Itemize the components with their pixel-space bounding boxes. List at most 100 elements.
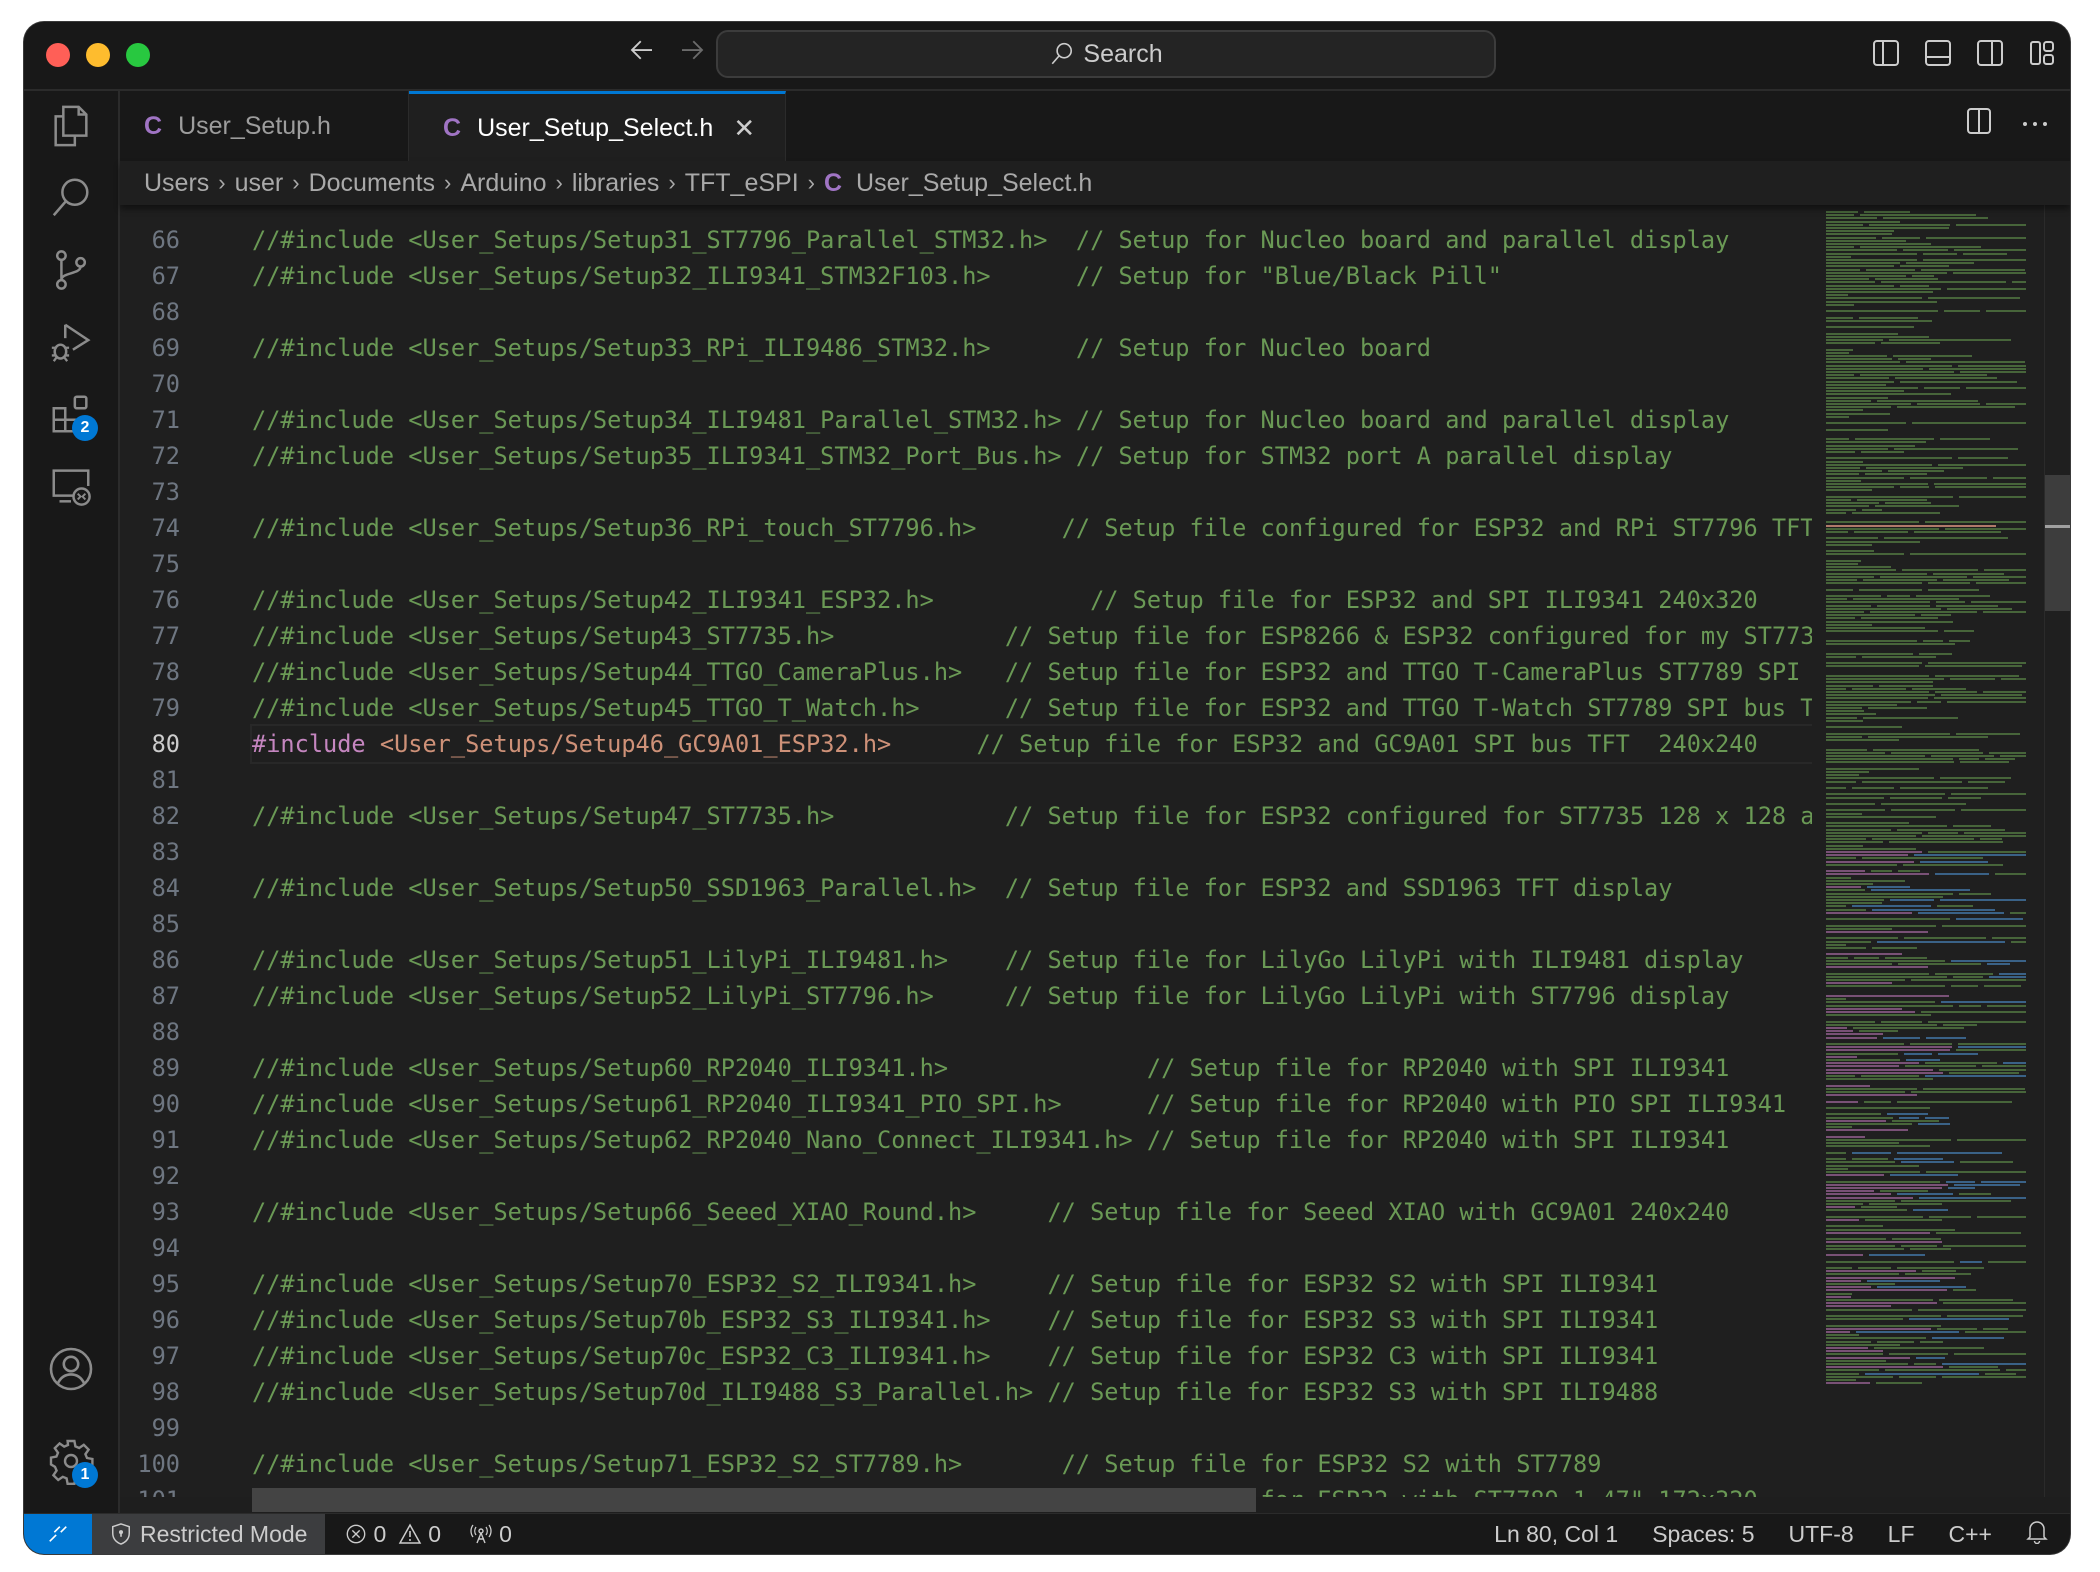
shield-icon: [112, 1523, 130, 1545]
activity-remote-explorer[interactable]: [42, 457, 100, 515]
code-line[interactable]: 99: [120, 1410, 1812, 1446]
line-number: 98: [151, 1378, 180, 1406]
minimap-line: [1826, 841, 1883, 844]
end-of-line[interactable]: LF: [1888, 1521, 1915, 1548]
horizontal-scrollbar-thumb[interactable]: [252, 1488, 1256, 1512]
customize-layout-icon[interactable]: [2028, 39, 2056, 67]
code-line[interactable]: 92: [120, 1158, 1812, 1194]
vertical-scrollbar[interactable]: [2044, 205, 2070, 1497]
activity-search[interactable]: [42, 169, 100, 227]
code-line[interactable]: 85: [120, 906, 1812, 942]
breadcrumb-item-file[interactable]: User_Setup_Select.h: [856, 169, 1092, 198]
activity-explorer[interactable]: [42, 97, 100, 155]
maximize-window-button[interactable]: [126, 43, 150, 67]
minimap-line: [1889, 841, 2003, 844]
code-line[interactable]: 81: [120, 762, 1812, 798]
minimap-line: [1826, 451, 1855, 453]
close-icon[interactable]: ✕: [733, 113, 755, 144]
restricted-mode-indicator[interactable]: Restricted Mode: [92, 1514, 326, 1554]
minimap-line: [1826, 275, 1906, 277]
code-line[interactable]: 80 #include <User_Setups/Setup46_GC9A01_E…: [120, 724, 1812, 764]
code-line[interactable]: 88: [120, 1014, 1812, 1050]
code-line[interactable]: 90 //#include <User_Setups/Setup61_RP2040…: [120, 1086, 1812, 1122]
activity-manage[interactable]: 1: [42, 1432, 100, 1490]
breadcrumb-item-tft-espi[interactable]: TFT_eSPI: [685, 169, 799, 198]
code-line[interactable]: 66 //#include <User_Setups/Setup31_ST7796…: [120, 222, 1812, 258]
activity-extensions[interactable]: 2: [42, 385, 100, 443]
code-line[interactable]: 69 //#include <User_Setups/Setup33_RPi_IL…: [120, 330, 1812, 366]
breadcrumb-item-documents[interactable]: Documents: [309, 169, 435, 198]
cursor-position[interactable]: Ln 80, Col 1: [1494, 1521, 1618, 1548]
toggle-panel-icon[interactable]: [1924, 39, 1952, 67]
split-editor-icon[interactable]: [1966, 107, 1992, 140]
minimize-window-button[interactable]: [86, 43, 110, 67]
minimap-line: [1971, 601, 2026, 604]
notifications-button[interactable]: [2026, 1518, 2048, 1550]
code-line[interactable]: 86 //#include <User_Setups/Setup51_LilyPi…: [120, 942, 1812, 978]
breadcrumb-item-users[interactable]: Users: [144, 169, 209, 198]
tab-user-setup[interactable]: C User_Setup.h: [120, 91, 409, 161]
close-window-button[interactable]: [46, 43, 70, 67]
code-line[interactable]: 91 //#include <User_Setups/Setup62_RP2040…: [120, 1122, 1812, 1158]
remote-indicator[interactable]: [24, 1514, 92, 1554]
code-line[interactable]: 68: [120, 294, 1812, 330]
vertical-scrollbar-thumb[interactable]: [2045, 475, 2070, 611]
code-line[interactable]: 72 //#include <User_Setups/Setup35_ILI934…: [120, 438, 1812, 474]
activity-run-debug[interactable]: [42, 313, 100, 371]
code-line[interactable]: 75: [120, 546, 1812, 582]
code-line[interactable]: 87 //#include <User_Setups/Setup52_LilyPi…: [120, 978, 1812, 1014]
tab-user-setup-select[interactable]: C User_Setup_Select.h ✕: [409, 91, 786, 162]
minimap[interactable]: [1812, 205, 2044, 1497]
warning-icon: [398, 1523, 422, 1544]
code-line[interactable]: 70: [120, 366, 1812, 402]
activity-source-control[interactable]: [42, 241, 100, 299]
toggle-primary-sidebar-icon[interactable]: [1872, 39, 1900, 67]
code-line[interactable]: 84 //#include <User_Setups/Setup50_SSD196…: [120, 870, 1812, 906]
minimap-line: [1993, 476, 2026, 479]
line-number: 78: [151, 658, 180, 686]
code-line[interactable]: 95 //#include <User_Setups/Setup70_ESP32_…: [120, 1266, 1812, 1302]
go-forward-button[interactable]: [674, 34, 710, 74]
code-line[interactable]: 97 //#include <User_Setups/Setup70c_ESP32…: [120, 1338, 1812, 1374]
language-mode[interactable]: C++: [1949, 1521, 1992, 1548]
code-line[interactable]: 74 //#include <User_Setups/Setup36_RPi_to…: [120, 510, 1812, 546]
code-line[interactable]: 67 //#include <User_Setups/Setup32_ILI934…: [120, 258, 1812, 294]
ports-indicator[interactable]: 0: [469, 1521, 512, 1548]
minimap-line: [1956, 918, 2023, 921]
code-line[interactable]: 82 //#include <User_Setups/Setup47_ST7735…: [120, 798, 1812, 834]
activity-accounts[interactable]: [42, 1340, 100, 1398]
code-line[interactable]: 96 //#include <User_Setups/Setup70b_ESP32…: [120, 1302, 1812, 1338]
problems-indicator[interactable]: 0 0: [345, 1521, 441, 1548]
breadcrumb-item-libraries[interactable]: libraries: [572, 169, 660, 198]
code-line[interactable]: 71 //#include <User_Setups/Setup34_ILI948…: [120, 402, 1812, 438]
minimap-line: [1879, 684, 1933, 687]
toggle-secondary-sidebar-icon[interactable]: [1976, 39, 2004, 67]
code-line[interactable]: 89 //#include <User_Setups/Setup60_RP2040…: [120, 1050, 1812, 1086]
code-editor[interactable]: 66 //#include <User_Setups/Setup31_ST7796…: [120, 205, 1812, 1497]
code-line[interactable]: 83: [120, 834, 1812, 870]
minimap-line: [1941, 1001, 2026, 1004]
code-line[interactable]: 100 //#include <User_Setups/Setup71_ESP32…: [120, 1446, 1812, 1482]
minimap-line: [1826, 1007, 1902, 1010]
indentation[interactable]: Spaces: 5: [1652, 1521, 1754, 1548]
more-actions-icon[interactable]: [2022, 115, 2048, 133]
breadcrumb-item-user[interactable]: user: [235, 169, 284, 198]
minimap-line: [1826, 1302, 1937, 1305]
code-line[interactable]: 77 //#include <User_Setups/Setup43_ST7735…: [120, 618, 1812, 654]
minimap-line: [1928, 582, 1970, 585]
command-center-search[interactable]: Search: [716, 30, 1496, 78]
source-control-icon: [55, 250, 87, 290]
code-line[interactable]: 98 //#include <User_Setups/Setup70d_ILI94…: [120, 1374, 1812, 1410]
code-line[interactable]: 93 //#include <User_Setups/Setup66_Seeed_…: [120, 1194, 1812, 1230]
minimap-line: [1826, 479, 1861, 482]
code-line[interactable]: 79 //#include <User_Setups/Setup45_TTGO_T…: [120, 690, 1812, 726]
code-line[interactable]: 94: [120, 1230, 1812, 1266]
go-back-button[interactable]: [624, 34, 660, 74]
encoding[interactable]: UTF-8: [1789, 1521, 1854, 1548]
c-file-icon: C: [443, 113, 462, 142]
breadcrumb-item-arduino[interactable]: Arduino: [460, 169, 546, 198]
code-line[interactable]: 73: [120, 474, 1812, 510]
code-line[interactable]: 76 //#include <User_Setups/Setup42_ILI934…: [120, 582, 1812, 618]
code-line[interactable]: 78 //#include <User_Setups/Setup44_TTGO_C…: [120, 654, 1812, 690]
minimap-line: [1914, 1363, 1936, 1365]
